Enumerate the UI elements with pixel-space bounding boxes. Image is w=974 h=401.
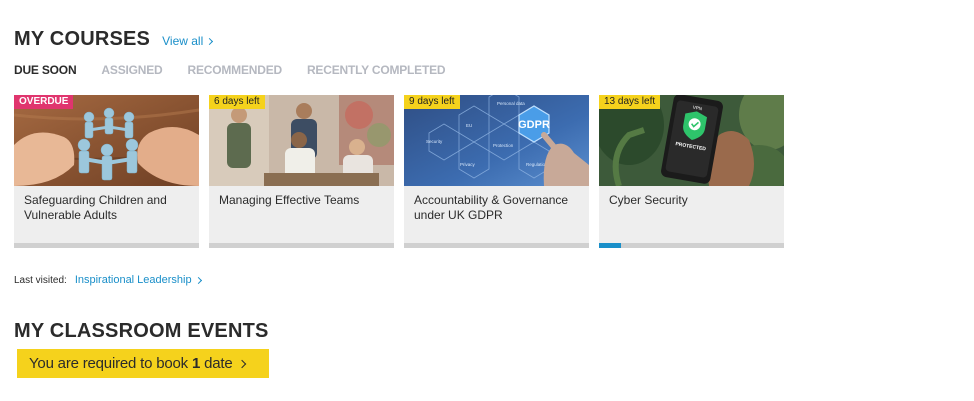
progress-bar bbox=[14, 243, 199, 248]
progress-bar bbox=[404, 243, 589, 248]
last-visited: Last visited: Inspirational Leadership bbox=[14, 274, 202, 286]
progress-bar bbox=[599, 243, 784, 248]
course-image: OVERDUE bbox=[14, 95, 199, 186]
tab-recently-completed[interactable]: RECENTLY COMPLETED bbox=[307, 63, 446, 77]
courses-title: MY COURSES bbox=[14, 28, 151, 50]
course-card[interactable]: OVERDUE Safeguarding Children and Vulner… bbox=[14, 95, 199, 248]
progress-fill bbox=[599, 243, 622, 248]
last-visited-link[interactable]: Inspirational Leadership bbox=[74, 274, 202, 286]
due-days-badge: 13 days left bbox=[599, 95, 661, 109]
course-card[interactable]: GDPR Personal data EU Protection Privacy… bbox=[404, 95, 589, 248]
course-cards: OVERDUE Safeguarding Children and Vulner… bbox=[14, 95, 784, 248]
course-title: Safeguarding Children and Vulnerable Adu… bbox=[24, 193, 167, 222]
course-image: VPN PROTECTED 13 days left bbox=[599, 95, 784, 186]
tab-due-soon[interactable]: DUE SOON bbox=[14, 63, 77, 77]
svg-text:Security: Security bbox=[426, 139, 443, 144]
progress-bar bbox=[209, 243, 394, 248]
due-days-badge: 9 days left bbox=[404, 95, 460, 109]
banner-prefix: You are required to book bbox=[29, 355, 188, 372]
course-title: Accountability & Governance under UK GDP… bbox=[414, 193, 569, 222]
banner-suffix: date bbox=[204, 355, 233, 372]
courses-header: MY COURSES View all bbox=[14, 28, 214, 51]
course-title: Managing Effective Teams bbox=[219, 193, 360, 207]
chevron-right-icon bbox=[206, 37, 214, 45]
svg-text:EU: EU bbox=[466, 123, 472, 128]
view-all-link[interactable]: View all bbox=[162, 34, 214, 48]
course-card[interactable]: 6 days left Managing Effective Teams bbox=[209, 95, 394, 248]
last-visited-course: Inspirational Leadership bbox=[74, 274, 192, 286]
course-image: GDPR Personal data EU Protection Privacy… bbox=[404, 95, 589, 186]
view-all-label: View all bbox=[162, 34, 204, 48]
svg-text:Privacy: Privacy bbox=[460, 162, 476, 167]
due-days-badge: 6 days left bbox=[209, 95, 265, 109]
last-visited-label: Last visited: bbox=[14, 274, 67, 286]
classroom-events-title: MY CLASSROOM EVENTS bbox=[14, 320, 269, 342]
course-image: 6 days left bbox=[209, 95, 394, 186]
overdue-badge: OVERDUE bbox=[14, 95, 74, 109]
gdpr-label: GDPR bbox=[518, 119, 550, 131]
course-card[interactable]: VPN PROTECTED 13 days left Cyber Securit… bbox=[599, 95, 784, 248]
book-date-button[interactable]: You are required to book 1 date bbox=[17, 349, 269, 378]
chevron-right-icon bbox=[237, 359, 246, 368]
svg-text:Personal data: Personal data bbox=[497, 101, 525, 106]
tab-assigned[interactable]: ASSIGNED bbox=[101, 63, 162, 77]
svg-text:Protection: Protection bbox=[493, 143, 514, 148]
banner-count: 1 bbox=[191, 355, 201, 372]
course-title: Cyber Security bbox=[609, 193, 688, 207]
course-tabs: DUE SOON ASSIGNED RECOMMENDED RECENTLY C… bbox=[14, 63, 470, 77]
tab-recommended[interactable]: RECOMMENDED bbox=[188, 63, 283, 77]
chevron-right-icon bbox=[194, 276, 202, 284]
